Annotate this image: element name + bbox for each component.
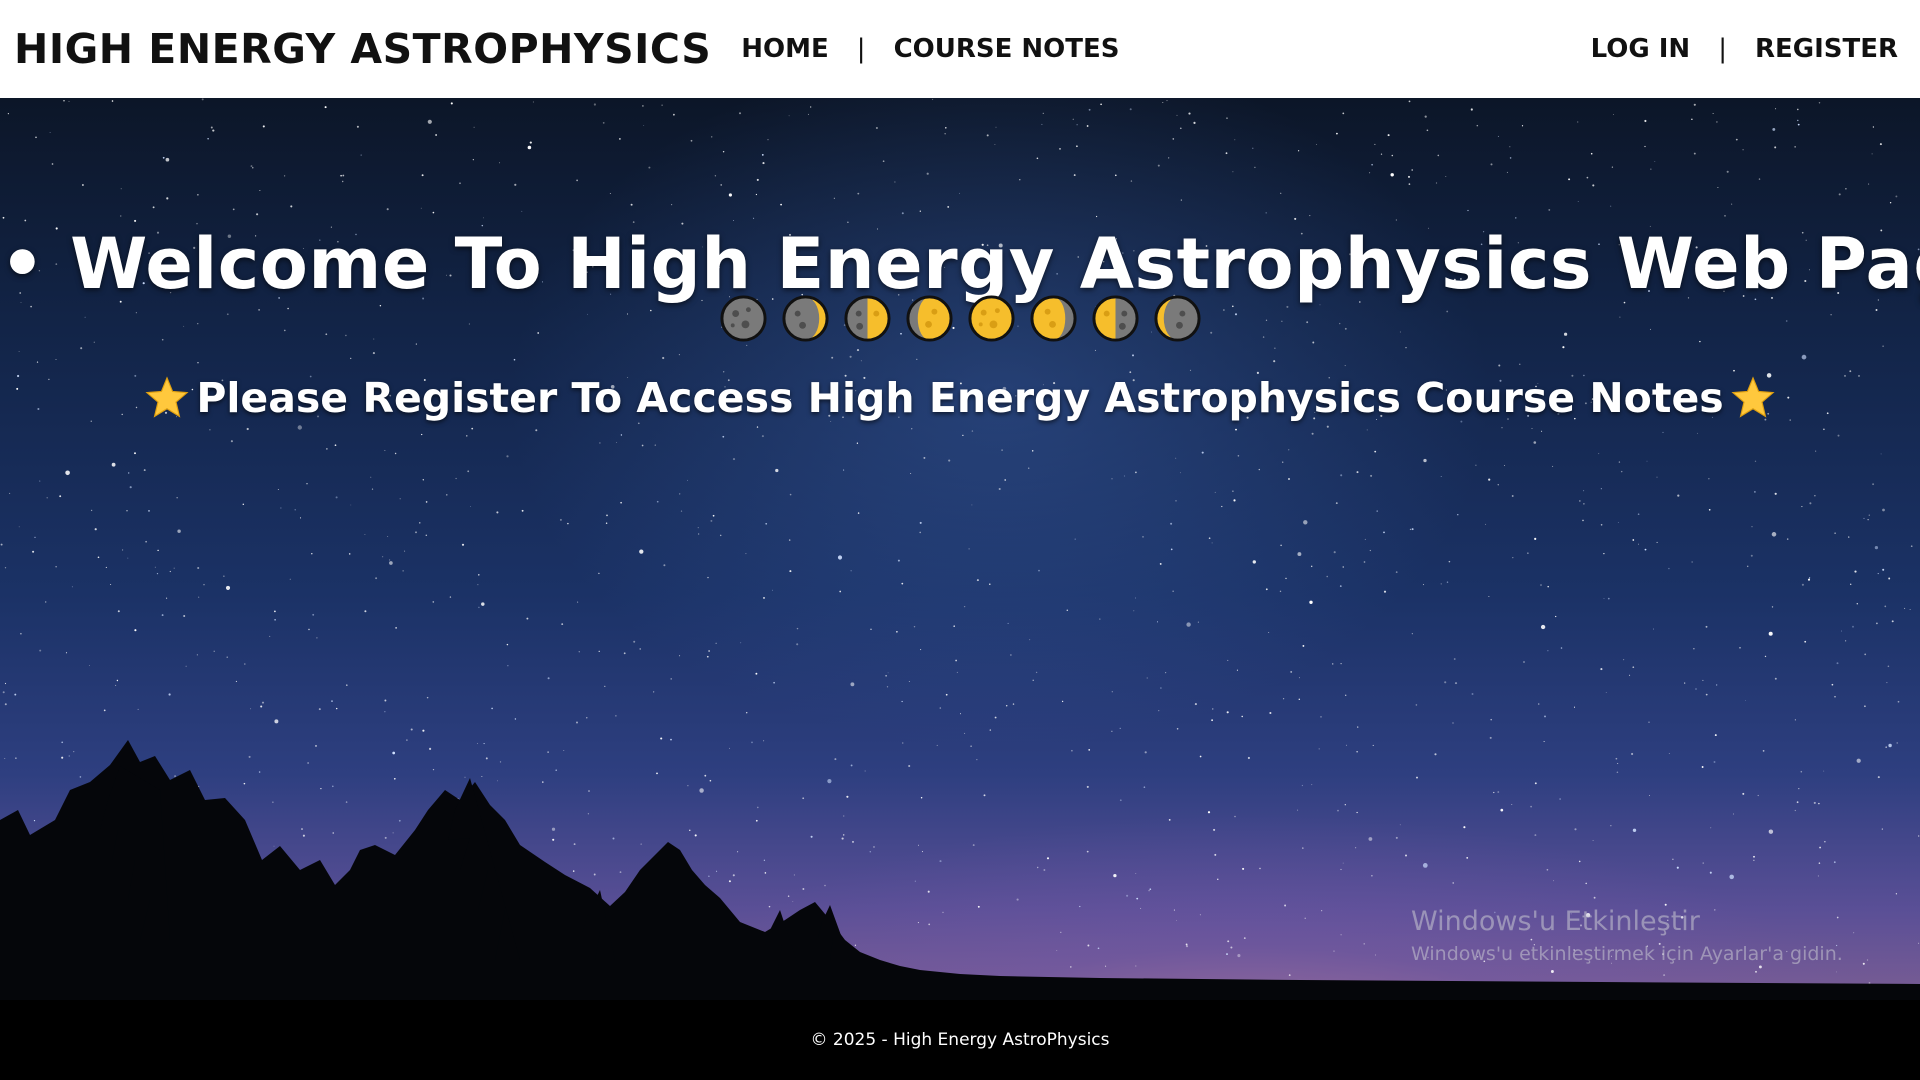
first-quarter-moon-icon: [843, 295, 891, 342]
site-brand[interactable]: HIGH ENERGY ASTROPHYSICS: [14, 25, 711, 73]
star-icon: [1731, 376, 1775, 418]
nav-home-link[interactable]: HOME: [741, 34, 829, 64]
nav-register-link[interactable]: REGISTER: [1755, 34, 1898, 64]
hero-section: • Welcome To High Energy Astrophysics We…: [0, 98, 1920, 1000]
page-footer: © 2025 - High Energy AstroPhysics: [0, 1000, 1920, 1080]
windows-activation-watermark: Windows'u Etkinleştir Windows'u etkinleş…: [1411, 906, 1843, 965]
last-quarter-moon-icon: [1091, 295, 1139, 342]
watermark-title: Windows'u Etkinleştir: [1411, 906, 1700, 937]
nav-separator: |: [856, 34, 866, 64]
waxing-crescent-moon-icon: [781, 295, 829, 342]
nav-separator: |: [1718, 34, 1727, 64]
account-nav: LOG IN | REGISTER: [1591, 34, 1898, 64]
register-prompt-text: Please Register To Access High Energy As…: [196, 374, 1724, 422]
footer-copyright: © 2025 - High Energy AstroPhysics: [810, 1030, 1110, 1050]
page-title: • Welcome To High Energy Astrophysics We…: [0, 222, 1920, 305]
watermark-subtitle: Windows'u etkinleştirmek için Ayarlar'a …: [1411, 943, 1843, 965]
nav-login-link[interactable]: LOG IN: [1591, 34, 1691, 64]
page: HIGH ENERGY ASTROPHYSICS HOME | COURSE N…: [0, 0, 1920, 1080]
waxing-gibbous-moon-icon: [905, 295, 953, 342]
waning-crescent-moon-icon: [1153, 295, 1201, 342]
register-prompt: Please Register To Access High Energy As…: [0, 374, 1920, 422]
full-moon-icon: [967, 295, 1015, 342]
nav-course-notes-link[interactable]: COURSE NOTES: [894, 34, 1120, 64]
top-navbar: HIGH ENERGY ASTROPHYSICS HOME | COURSE N…: [0, 0, 1920, 98]
moon-phases-row: [0, 294, 1920, 343]
star-icon: [145, 376, 189, 418]
primary-nav: HOME | COURSE NOTES: [741, 34, 1119, 64]
new-moon-icon: [719, 295, 767, 342]
waning-gibbous-moon-icon: [1029, 295, 1077, 342]
